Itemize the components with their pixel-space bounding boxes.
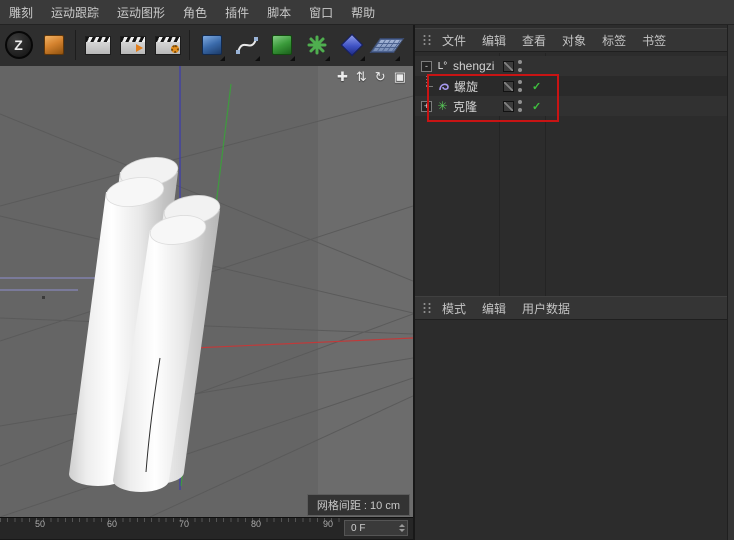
tick-label: 90 — [322, 519, 334, 529]
om-menu-file[interactable]: 文件 — [434, 32, 474, 49]
coordinate-ruler: 50 60 70 80 90 0 F — [0, 517, 413, 539]
deformer-icon[interactable] — [300, 26, 333, 64]
om-menu-view[interactable]: 查看 — [514, 32, 554, 49]
toolbar: Z — [0, 24, 415, 66]
clapperboard-shape — [84, 35, 111, 55]
object-row-helix[interactable]: 螺旋 ✓ — [415, 76, 734, 96]
object-label[interactable]: 克隆 — [453, 98, 477, 115]
orange-cube-shape — [43, 35, 64, 55]
clapperboard-shape — [154, 35, 181, 55]
primitive-cube-icon[interactable] — [195, 26, 228, 64]
menu-mograph[interactable]: 运动图形 — [108, 0, 174, 24]
om-menu-tags[interactable]: 标签 — [594, 32, 634, 49]
generator-icon[interactable] — [265, 26, 298, 64]
ruler-tick: 60 — [107, 518, 117, 529]
play-triangle — [135, 43, 143, 52]
collapse-icon[interactable]: - — [421, 60, 432, 72]
enable-check-icon[interactable]: ✓ — [532, 80, 541, 93]
menu-window[interactable]: 窗口 — [300, 0, 342, 24]
menubar: 雕刻 运动跟踪 运动图形 角色 插件 脚本 窗口 帮助 — [0, 0, 734, 25]
panel-handle-icon[interactable] — [422, 302, 432, 314]
menu-script[interactable]: 脚本 — [258, 0, 300, 24]
null-object-icon: L° — [435, 61, 450, 72]
light-band — [318, 66, 413, 517]
om-menu-objects[interactable]: 对象 — [554, 32, 594, 49]
app-logo-glyph: Z — [4, 31, 33, 59]
tick-label: 70 — [178, 519, 190, 529]
frame-stepper-icon[interactable] — [399, 524, 405, 532]
attribute-manager-body — [415, 321, 734, 540]
menu-plugins[interactable]: 插件 — [216, 0, 258, 24]
object-label[interactable]: shengzi — [453, 59, 494, 73]
green-star-shape — [307, 35, 326, 55]
menu-character[interactable]: 角色 — [174, 0, 216, 24]
ruler-tick: 70 — [179, 518, 189, 529]
spline-pen-icon[interactable] — [230, 26, 263, 64]
grid-spacing-label: 网格间距 : 10 cm — [306, 494, 410, 516]
visibility-dots-icon[interactable] — [518, 60, 523, 72]
model-tool-icon[interactable] — [37, 26, 70, 64]
expand-icon[interactable]: + — [421, 100, 432, 112]
attribute-manager-menu: 模式 编辑 用户数据 — [415, 296, 734, 320]
gear-shape — [170, 44, 179, 53]
tick-label: 60 — [106, 519, 118, 529]
toggle-view-icon[interactable]: ▣ — [394, 69, 406, 85]
viewport-nav: ✚ ⇅ ↻ ▣ — [337, 69, 406, 85]
tick-label: 80 — [250, 519, 262, 529]
panel-scrollbar[interactable] — [727, 24, 734, 540]
render-settings-icon[interactable] — [151, 26, 184, 64]
toolbar-separator — [189, 30, 190, 60]
tree-branch-line — [421, 76, 433, 96]
cloner-icon: ✳ — [435, 100, 450, 112]
minor-ticks — [0, 518, 340, 522]
toolbar-separator — [75, 30, 76, 60]
rotate-view-icon[interactable]: ↻ — [375, 69, 386, 85]
visibility-dots-icon[interactable] — [518, 100, 523, 112]
cloner-glyph: ✳ — [437, 99, 448, 113]
clapperboard-shape — [119, 35, 146, 55]
pan-view-icon[interactable]: ✚ — [337, 69, 348, 85]
om-menu-edit[interactable]: 编辑 — [474, 32, 514, 49]
right-panel: 文件 编辑 查看 对象 标签 书签 - L° shengzi 螺旋 ✓ + ✳ … — [413, 24, 734, 540]
null-object-glyph: L° — [437, 60, 448, 72]
attr-menu-userdata[interactable]: 用户数据 — [514, 300, 578, 317]
render-view-icon[interactable] — [81, 26, 114, 64]
frame-counter[interactable]: 0 F — [344, 520, 408, 536]
tick-label: 50 — [34, 519, 46, 529]
layer-toggle-icon[interactable] — [503, 100, 514, 112]
blue-diamond-shape — [340, 33, 363, 57]
object-row-cloner[interactable]: + ✳ 克隆 ✓ — [415, 96, 734, 116]
om-menu-bookmarks[interactable]: 书签 — [634, 32, 674, 49]
attr-menu-mode[interactable]: 模式 — [434, 300, 474, 317]
render-picture-viewer-icon[interactable] — [116, 26, 149, 64]
viewport-canvas[interactable]: ✚ ⇅ ↻ ▣ 网格间距 : 10 cm — [0, 66, 413, 517]
enable-check-icon[interactable]: ✓ — [532, 100, 541, 113]
zoom-view-icon[interactable]: ⇅ — [356, 69, 367, 85]
menu-motion-tracker[interactable]: 运动跟踪 — [42, 0, 108, 24]
object-label[interactable]: 螺旋 — [454, 78, 478, 95]
menu-sculpt[interactable]: 雕刻 — [0, 0, 42, 24]
helix-spline-icon — [436, 80, 451, 92]
frame-value: 0 F — [351, 522, 366, 534]
ruler-tick: 80 — [251, 518, 261, 529]
scene-svg — [0, 66, 413, 517]
menu-help[interactable]: 帮助 — [342, 0, 384, 24]
environment-icon[interactable] — [335, 26, 368, 64]
attr-menu-edit[interactable]: 编辑 — [474, 300, 514, 317]
visibility-dots-icon[interactable] — [518, 80, 523, 92]
floor-icon[interactable] — [369, 26, 404, 64]
floor-plane-shape — [369, 37, 404, 53]
spline-curve-shape — [235, 37, 258, 54]
blue-cube-shape — [201, 35, 222, 55]
app-logo-icon[interactable]: Z — [2, 26, 35, 64]
ruler-tick: 90 — [323, 518, 333, 529]
green-cube-shape — [271, 35, 292, 55]
object-tree: - L° shengzi 螺旋 ✓ + ✳ 克隆 ✓ — [415, 53, 734, 296]
object-row-shengzi[interactable]: - L° shengzi — [415, 56, 734, 76]
ruler-tick: 50 — [35, 518, 45, 529]
layer-toggle-icon[interactable] — [503, 80, 514, 92]
layer-toggle-icon[interactable] — [503, 60, 514, 72]
object-manager-menu: 文件 编辑 查看 对象 标签 书签 — [415, 28, 734, 52]
panel-handle-icon[interactable] — [422, 34, 432, 46]
